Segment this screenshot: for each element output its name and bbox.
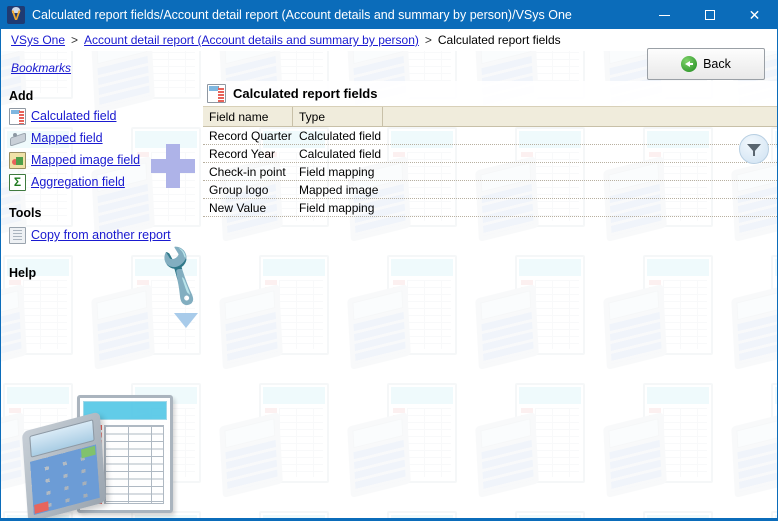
sidebar-heading-help: Help	[9, 266, 37, 280]
filter-button[interactable]	[739, 134, 769, 164]
breadcrumb-item-vsys-one[interactable]: VSys One	[11, 33, 65, 47]
title-bar: V Calculated report fields/Account detai…	[1, 1, 777, 29]
calculator-spreadsheet-watermark	[345, 375, 473, 503]
copy-report-icon	[9, 226, 26, 244]
sidebar-item-mapped-image-field[interactable]: Mapped image field	[9, 151, 140, 169]
cell-type: Calculated field	[299, 146, 382, 161]
sidebar-item-label: Mapped field	[31, 131, 103, 145]
sidebar-item-copy-from-another-report[interactable]: Copy from another report	[9, 226, 171, 244]
calculator-spreadsheet-watermark	[345, 247, 473, 375]
minimize-icon[interactable]	[642, 1, 687, 29]
fields-table: Field name Type Record Quarter Calculated…	[203, 106, 777, 217]
calculator-spreadsheet-watermark	[601, 375, 729, 503]
calculator-spreadsheet-watermark	[473, 375, 601, 503]
sidebar-item-aggregation-field[interactable]: Aggregation field	[9, 173, 125, 191]
table-header-row: Field name Type	[203, 106, 777, 127]
table-body: Record Quarter Calculated field Record Yea…	[203, 127, 777, 217]
wrench-icon: 🔧	[144, 241, 216, 311]
breadcrumb-separator: >	[71, 33, 79, 47]
cell-field-name: New Value	[209, 200, 267, 215]
breadcrumb-separator: >	[424, 33, 432, 47]
sidebar: Bookmarks 🔧 Add Calculated field Mapped …	[1, 51, 216, 520]
cell-type: Calculated field	[299, 128, 382, 143]
column-header-field-name[interactable]: Field name	[203, 106, 293, 127]
back-button[interactable]: Back	[647, 48, 765, 80]
application-window: V Calculated report fields/Account detai…	[0, 0, 778, 521]
calculated-field-icon	[9, 107, 26, 125]
green-back-arrow-icon	[681, 56, 698, 72]
column-header-type[interactable]: Type	[293, 106, 383, 127]
cell-type: Mapped image	[299, 182, 379, 197]
mapped-image-field-icon	[9, 151, 26, 169]
calculator-spreadsheet-watermark	[729, 375, 777, 503]
table-row[interactable]: New Value Field mapping	[203, 199, 777, 217]
cell-field-name: Check-in point	[209, 164, 286, 179]
calculator-spreadsheet-watermark	[217, 375, 345, 503]
bookmarks-link[interactable]: Bookmarks	[11, 61, 71, 75]
filter-funnel-icon	[747, 142, 761, 156]
sidebar-item-label: Mapped image field	[31, 153, 141, 167]
calculator-spreadsheet-watermark	[601, 247, 729, 375]
cell-field-name: Record Year	[209, 146, 276, 161]
table-row[interactable]: Record Year Calculated field	[203, 145, 777, 163]
calculated-report-fields-panel: Calculated report fields Field name Type…	[203, 81, 777, 217]
aggregation-field-icon	[9, 173, 26, 191]
sidebar-item-label: Aggregation field	[31, 175, 125, 189]
vsys-logo-icon: V	[7, 6, 25, 24]
cell-field-name: Record Quarter	[209, 128, 292, 143]
cell-type: Field mapping	[299, 200, 375, 215]
calculated-report-fields-icon	[207, 84, 226, 103]
expand-triangle-icon[interactable]	[174, 313, 198, 328]
plus-icon	[151, 144, 195, 188]
breadcrumb-item-current: Calculated report fields	[437, 33, 561, 47]
sidebar-item-label: Copy from another report	[31, 228, 171, 242]
cell-type: Field mapping	[299, 164, 375, 179]
sidebar-item-mapped-field[interactable]: Mapped field	[9, 129, 103, 147]
cell-field-name: Group logo	[209, 182, 269, 197]
calculator-spreadsheet-watermark	[473, 247, 601, 375]
window-controls: ✕	[642, 1, 777, 29]
column-header-blank[interactable]	[383, 107, 777, 127]
back-button-label: Back	[703, 57, 731, 71]
calculator-spreadsheet-watermark	[217, 247, 345, 375]
table-row[interactable]: Record Quarter Calculated field	[203, 127, 777, 145]
sidebar-heading-add: Add	[9, 89, 34, 103]
maximize-icon[interactable]	[687, 1, 732, 29]
sidebar-item-label: Calculated field	[31, 109, 117, 123]
window-title: Calculated report fields/Account detail …	[32, 8, 572, 22]
calculator-spreadsheet-watermark	[729, 247, 777, 375]
sidebar-item-calculated-field[interactable]: Calculated field	[9, 107, 116, 125]
page-title: Calculated report fields	[233, 86, 378, 101]
table-row[interactable]: Check-in point Field mapping	[203, 163, 777, 181]
mapped-field-icon	[9, 130, 26, 147]
close-icon[interactable]: ✕	[732, 1, 777, 29]
panel-header: Calculated report fields	[203, 81, 777, 107]
sidebar-heading-tools: Tools	[9, 206, 42, 220]
table-row[interactable]: Group logo Mapped image	[203, 181, 777, 199]
breadcrumb-item-account-detail-report[interactable]: Account detail report (Account details a…	[84, 33, 419, 47]
